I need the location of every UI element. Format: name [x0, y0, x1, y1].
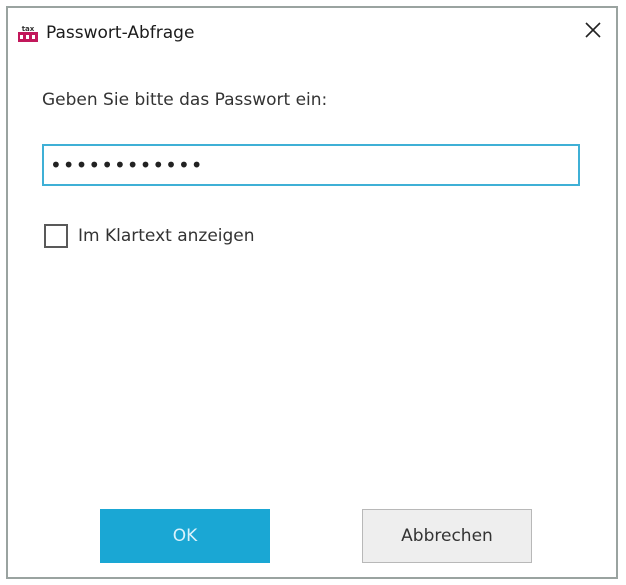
title-bar: tax Passwort-Abfrage	[8, 8, 616, 58]
password-prompt-label: Geben Sie bitte das Passwort ein:	[42, 90, 328, 110]
password-input[interactable]	[42, 144, 580, 186]
show-plaintext-label[interactable]: Im Klartext anzeigen	[78, 226, 255, 246]
close-icon	[585, 22, 601, 42]
password-dialog: tax Passwort-Abfrage Geben Sie bitte das…	[6, 6, 618, 579]
show-plaintext-checkbox[interactable]	[44, 224, 68, 248]
ok-button[interactable]: OK	[100, 509, 270, 563]
show-plaintext-row[interactable]: Im Klartext anzeigen	[44, 222, 255, 250]
cancel-button[interactable]: Abbrechen	[362, 509, 532, 563]
close-button[interactable]	[576, 16, 610, 48]
window-title: Passwort-Abfrage	[46, 23, 195, 43]
svg-text:tax: tax	[22, 25, 35, 33]
tax-app-icon: tax	[18, 24, 38, 42]
